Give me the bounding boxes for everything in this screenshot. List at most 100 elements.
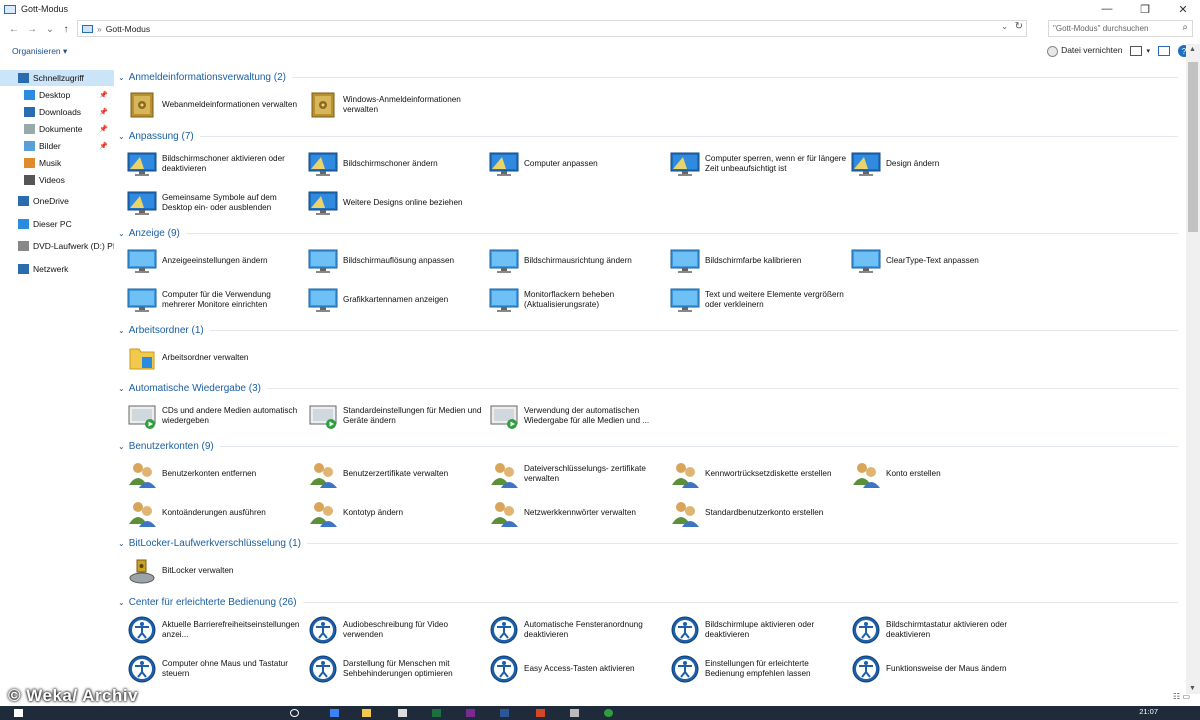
control-panel-item[interactable]: Bildschirmlupe aktivieren oder deaktivie… (669, 612, 847, 648)
up-button[interactable]: ↑ (58, 21, 74, 37)
control-panel-item[interactable]: Webanmeldeinformationen verwalten (126, 87, 304, 123)
control-panel-item[interactable]: Benutzerkonten entfernen (126, 456, 304, 492)
control-panel-item[interactable]: Computer für die Verwendung mehrerer Mon… (126, 282, 304, 318)
chevron-down-icon[interactable]: ⌄ (118, 384, 125, 393)
control-panel-item[interactable]: Dateiverschlüsselungs- zertifikate verwa… (488, 456, 666, 492)
control-panel-item[interactable]: Netzwerkkennwörter verwalten (488, 495, 666, 531)
close-button[interactable]: ✕ (1166, 0, 1200, 18)
control-panel-item[interactable]: Computer ohne Maus und Tastatur steuern (126, 651, 304, 687)
control-panel-item[interactable]: Standardeinstellungen für Medien und Ger… (307, 398, 485, 434)
control-panel-item[interactable]: Weitere Designs online beziehen (307, 185, 485, 221)
control-panel-item[interactable]: BitLocker verwalten (126, 553, 304, 589)
control-panel-item[interactable]: Bildschirmfarbe kalibrieren (669, 243, 847, 279)
sidebar-item-onedrive[interactable]: OneDrive (0, 193, 114, 209)
control-panel-item[interactable]: Gemeinsame Symbole auf dem Desktop ein- … (126, 185, 304, 221)
sidebar-item-download[interactable]: Downloads 📌 (0, 104, 114, 120)
category-title[interactable]: Anzeige (9) (129, 228, 180, 239)
control-panel-item[interactable]: Benutzerzertifikate verwalten (307, 456, 485, 492)
sidebar-item-videos[interactable]: Videos (0, 172, 114, 188)
control-panel-item[interactable]: Verwendung der automatischen Wiedergabe … (488, 398, 666, 434)
chevron-down-icon[interactable]: ⌄ (118, 442, 125, 451)
category-title[interactable]: Arbeitsordner (1) (129, 325, 204, 336)
chevron-down-icon[interactable]: ⌄ (118, 326, 125, 335)
cortana-icon[interactable] (290, 709, 299, 717)
app-icon-green[interactable] (604, 709, 613, 717)
store-icon[interactable] (398, 709, 407, 717)
chevron-down-icon[interactable]: ⌄ (118, 73, 125, 82)
category-header[interactable]: ⌄ Benutzerkonten (9) (118, 438, 1178, 454)
uninstall-button[interactable]: Datei vernichten (1047, 45, 1122, 57)
control-panel-item[interactable]: CDs und andere Medien automatisch wieder… (126, 398, 304, 434)
forward-button[interactable]: → (24, 21, 40, 37)
scroll-up-arrow-icon[interactable]: ▲ (1189, 46, 1196, 53)
sidebar-item-pc[interactable]: Dieser PC (0, 216, 114, 232)
vertical-scrollbar[interactable]: ▲ ▼ (1186, 44, 1200, 694)
control-panel-item[interactable]: Windows-Anmeldeinformationen verwalten (307, 87, 485, 123)
edge-icon[interactable] (330, 709, 339, 717)
back-button[interactable]: ← (6, 21, 22, 37)
control-panel-item[interactable]: Text und weitere Elemente vergrößern ode… (669, 282, 847, 318)
pin-icon[interactable]: 📌 (99, 108, 108, 116)
category-title[interactable]: Automatische Wiedergabe (3) (129, 383, 261, 394)
sidebar-item-network[interactable]: Netzwerk (0, 261, 114, 277)
control-panel-item[interactable]: Automatische Fensteranordnung deaktivier… (488, 612, 666, 648)
control-panel-item[interactable]: Bildschirmschoner aktivieren oder deakti… (126, 146, 304, 182)
control-panel-item[interactable]: Bildschirmauflösung anpassen (307, 243, 485, 279)
scrollbar-thumb[interactable] (1188, 62, 1198, 232)
category-header[interactable]: ⌄ Center für erleichterte Bedienung (26) (118, 594, 1178, 610)
control-panel-item[interactable]: Computer anpassen (488, 146, 666, 182)
category-header[interactable]: ⌄ Anzeige (9) (118, 225, 1178, 241)
control-panel-item[interactable]: Arbeitsordner verwalten (126, 340, 304, 376)
category-header[interactable]: ⌄ Anpassung (7) (118, 128, 1178, 144)
address-field[interactable]: » Gott-Modus ⌄ ↻ (77, 20, 1027, 37)
chevron-down-icon[interactable]: ⌄ (118, 539, 125, 548)
category-title[interactable]: Center für erleichterte Bedienung (26) (129, 597, 297, 608)
control-panel-item[interactable]: Monitorflackern beheben (Aktualisierungs… (488, 282, 666, 318)
chevron-down-icon[interactable]: ⌄ (118, 598, 125, 607)
excel-icon[interactable] (432, 709, 441, 717)
control-panel-item[interactable]: Grafikkartennamen anzeigen (307, 282, 485, 318)
preview-pane-button[interactable] (1158, 46, 1170, 56)
control-panel-item[interactable]: Anzeigeeinstellungen ändern (126, 243, 304, 279)
sidebar-item-dvd[interactable]: DVD-Laufwerk (D:) PI (0, 238, 114, 254)
control-panel-item[interactable]: Computer sperren, wenn er für längere Ze… (669, 146, 847, 182)
category-header[interactable]: ⌄ BitLocker-Laufwerkverschlüsselung (1) (118, 535, 1178, 551)
pin-icon[interactable]: 📌 (99, 125, 108, 133)
control-panel-item[interactable]: Design ändern (850, 146, 1028, 182)
control-panel-item[interactable]: Kennwortrücksetzdiskette erstellen (669, 456, 847, 492)
maximize-button[interactable]: ❐ (1128, 0, 1162, 18)
pin-icon[interactable]: 📌 (99, 91, 108, 99)
search-input[interactable]: "Gott-Modus" durchsuchen ⌕ (1048, 20, 1193, 37)
category-title[interactable]: Anmeldeinformationsverwaltung (2) (129, 72, 286, 83)
view-toggle-icons[interactable]: ☷ ▭ (1173, 692, 1190, 701)
control-panel-item[interactable]: Bildschirmausrichtung ändern (488, 243, 666, 279)
sidebar-item-star[interactable]: Schnellzugriff (0, 70, 114, 86)
control-panel-item[interactable]: Aktuelle Barrierefreiheitseinstellungen … (126, 612, 304, 648)
control-panel-item[interactable]: ClearType-Text anpassen (850, 243, 1028, 279)
breadcrumb-gott-modus[interactable]: Gott-Modus (106, 24, 150, 34)
control-panel-item[interactable]: Audiobeschreibung für Video verwenden (307, 612, 485, 648)
category-header[interactable]: ⌄ Anmeldeinformationsverwaltung (2) (118, 69, 1178, 85)
chevron-down-icon[interactable]: ⌄ (118, 229, 125, 238)
chevron-down-icon[interactable]: ⌄ (118, 132, 125, 141)
pin-icon[interactable]: 📌 (99, 142, 108, 150)
control-panel-item[interactable]: Bildschirmschoner ändern (307, 146, 485, 182)
category-header[interactable]: ⌄ Automatische Wiedergabe (3) (118, 380, 1178, 396)
onenote-icon[interactable] (466, 709, 475, 717)
control-panel-item[interactable]: Bildschirmtastatur aktivieren oder deakt… (850, 612, 1028, 648)
file-explorer-icon[interactable] (362, 709, 371, 717)
category-title[interactable]: BitLocker-Laufwerkverschlüsselung (1) (129, 538, 301, 549)
refresh-button[interactable]: ↻ (1015, 21, 1023, 32)
recent-locations-button[interactable]: ⌄ (42, 21, 58, 37)
powerpoint-icon[interactable] (536, 709, 545, 717)
control-panel-item[interactable]: Einstellungen für erleichterte Bedienung… (669, 651, 847, 687)
sidebar-item-music[interactable]: Musik (0, 155, 114, 171)
category-title[interactable]: Benutzerkonten (9) (129, 441, 214, 452)
minimize-button[interactable]: — (1090, 0, 1124, 18)
control-panel-item[interactable]: Easy Access-Tasten aktivieren (488, 651, 666, 687)
organize-menu-button[interactable]: Organisieren ▾ (12, 46, 67, 57)
sidebar-item-pictures[interactable]: Bilder 📌 (0, 138, 114, 154)
control-panel-item[interactable]: Funktionsweise der Maus ändern (850, 651, 1028, 687)
view-options-button[interactable]: ▾ (1130, 46, 1150, 56)
sidebar-item-desktop[interactable]: Desktop 📌 (0, 87, 114, 103)
